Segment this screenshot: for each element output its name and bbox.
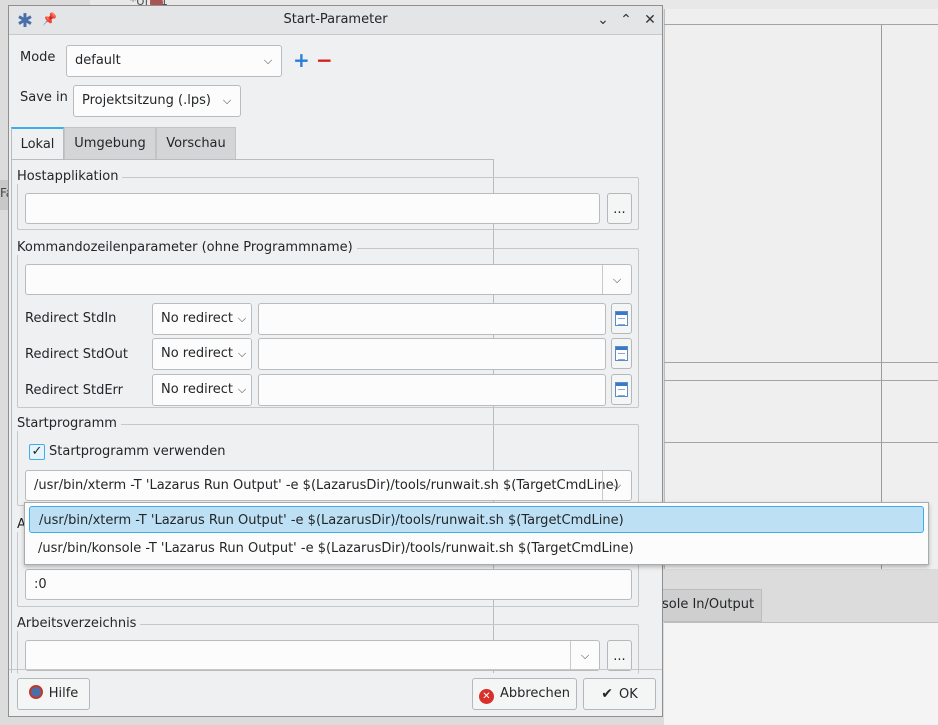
tab-umgebung-label: Umgebung — [74, 136, 146, 151]
redirect-stderr-label: Redirect StdErr — [25, 383, 124, 398]
redirect-stdin-mode: No redirecti — [161, 311, 237, 326]
dropdown-option-xterm[interactable]: /usr/bin/xterm -T 'Lazarus Run Output' -… — [29, 506, 924, 533]
use-launcher-checkbox[interactable]: ✓ — [29, 444, 45, 460]
display-input[interactable]: :0 — [25, 569, 632, 600]
redirect-stdout-label: Redirect StdOut — [25, 347, 128, 362]
redirect-stderr-combo[interactable]: No redirecti ⌵ — [152, 374, 252, 406]
savein-label: Save in — [20, 90, 68, 105]
remove-mode-button[interactable]: − — [316, 48, 333, 72]
ok-button[interactable]: ✔ OK — [583, 678, 656, 710]
cancel-button[interactable]: ✕ Abbrechen — [472, 678, 577, 710]
cmdline-combo[interactable]: ⌵ — [25, 264, 632, 295]
ide-divider — [664, 442, 938, 443]
title-bar: ✱ 📌 Start-Parameter ⌄ ⌃ ✕ — [9, 6, 662, 35]
document-icon — [615, 311, 628, 326]
help-icon — [28, 685, 43, 699]
redirect-stderr-file-input[interactable] — [258, 374, 606, 406]
cancel-button-label: Abbrechen — [499, 686, 571, 701]
launcher-dropdown-list: /usr/bin/xterm -T 'Lazarus Run Output' -… — [24, 502, 929, 565]
tab-vorschau[interactable]: Vorschau — [156, 127, 236, 160]
mode-label: Mode — [20, 50, 56, 65]
document-icon — [615, 382, 628, 397]
mode-combo[interactable]: default ⌵ — [66, 45, 282, 77]
savein-value: Projektsitzung (.lps) — [82, 93, 211, 108]
savein-combo[interactable]: Projektsitzung (.lps) ⌵ — [73, 85, 241, 117]
launcher-value: /usr/bin/xterm -T 'Lazarus Run Output' -… — [34, 478, 619, 493]
ide-divider — [664, 362, 938, 363]
tab-umgebung[interactable]: Umgebung — [64, 127, 156, 160]
ok-button-label: OK — [618, 687, 638, 702]
chevron-down-icon: ⌵ — [233, 375, 251, 405]
mode-value: default — [75, 53, 121, 68]
host-app-input[interactable] — [25, 193, 600, 224]
chevron-down-icon: ⌵ — [233, 304, 251, 334]
maximize-button[interactable]: ⌃ — [616, 10, 636, 30]
chevron-down-icon: ⌵ — [570, 641, 599, 670]
tab-vorschau-label: Vorschau — [166, 136, 226, 151]
ide-form-designer — [664, 9, 938, 569]
redirect-stdout-combo[interactable]: No redirecti ⌵ — [152, 338, 252, 370]
chevron-down-icon: ⌵ — [602, 471, 631, 500]
redirect-stdout-browse-button[interactable] — [611, 338, 632, 369]
document-icon — [615, 346, 628, 361]
chevron-down-icon: ⌵ — [263, 54, 273, 67]
chevron-down-icon: ⌵ — [233, 339, 251, 369]
dropdown-option-konsole[interactable]: /usr/bin/konsole -T 'Lazarus Run Output'… — [29, 535, 924, 562]
ide-divider — [664, 380, 938, 381]
minimize-button[interactable]: ⌄ — [593, 10, 613, 30]
help-button-label: Hilfe — [48, 686, 79, 701]
ide-messages-area — [664, 622, 938, 725]
workdir-browse-button[interactable]: ... — [607, 640, 632, 671]
redirect-stdin-browse-button[interactable] — [611, 303, 632, 334]
tab-lokal-label: Lokal — [20, 137, 55, 152]
redirect-stdout-mode: No redirecti — [161, 346, 237, 361]
redirect-stderr-browse-button[interactable] — [611, 374, 632, 405]
dialog-title: Start-Parameter — [283, 12, 388, 27]
redirect-stdin-label: Redirect StdIn — [25, 311, 117, 326]
host-browse-button[interactable]: ... — [607, 193, 632, 224]
tab-lokal[interactable]: Lokal — [11, 127, 64, 160]
redirect-stdout-file-input[interactable] — [258, 338, 606, 370]
use-launcher-label: Startprogramm verwenden — [49, 444, 226, 459]
help-button[interactable]: Hilfe — [17, 678, 90, 710]
ide-console-tab-label: sole In/Output — [662, 597, 755, 612]
chevron-down-icon: ⌵ — [222, 94, 232, 107]
launcher-combo[interactable]: /usr/bin/xterm -T 'Lazarus Run Output' -… — [25, 470, 632, 501]
checkmark-icon: ✔ — [601, 686, 613, 702]
redirect-stdin-combo[interactable]: No redirecti ⌵ — [152, 303, 252, 335]
cmdline-group-title: Kommandozeilenparameter (ohne Programmna… — [17, 240, 357, 255]
launcher-group-title: Startprogramm — [17, 416, 121, 431]
redirect-stdin-file-input[interactable] — [258, 303, 606, 335]
chevron-down-icon: ⌵ — [602, 265, 631, 294]
ide-divider — [664, 24, 938, 25]
ide-divider — [881, 24, 882, 574]
host-group-title: Hostapplikation — [17, 169, 123, 184]
workdir-combo[interactable]: ⌵ — [25, 640, 600, 671]
start-parameter-dialog: ✱ 📌 Start-Parameter ⌄ ⌃ ✕ Mode default ⌵… — [8, 5, 663, 717]
redirect-stderr-mode: No redirecti — [161, 382, 237, 397]
add-mode-button[interactable]: + — [293, 48, 310, 72]
workdir-group-title: Arbeitsverzeichnis — [17, 616, 141, 631]
footer-separator — [9, 669, 662, 670]
close-button[interactable]: ✕ — [640, 10, 660, 30]
cancel-icon: ✕ — [478, 689, 494, 704]
